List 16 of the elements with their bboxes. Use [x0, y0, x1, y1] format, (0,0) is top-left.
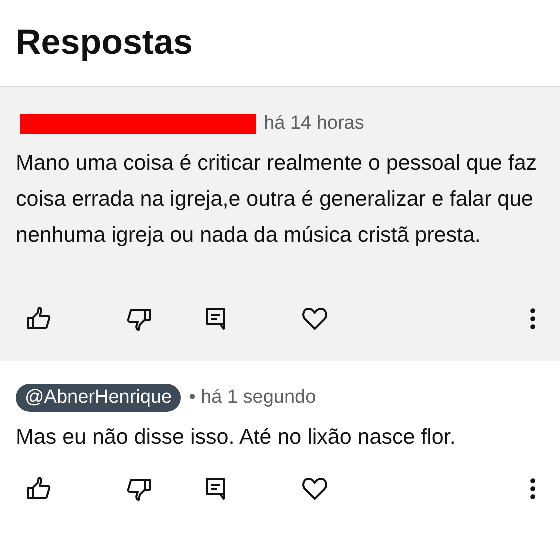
more-options-icon[interactable] [530, 308, 536, 330]
more-options-icon[interactable] [530, 478, 536, 500]
timestamp: • há 1 segundo [189, 387, 316, 409]
author-chip[interactable]: @AbnerHenrique [16, 384, 182, 412]
thumbs-down-icon[interactable] [126, 477, 152, 501]
comment-text: Mas eu não disse isso. Até no lixão nasce flor. [16, 424, 457, 451]
thumbs-up-icon[interactable] [26, 307, 52, 331]
comment-text: Mano uma coisa é criticar realmente o pessoal que faz coisa errada na igreja,e outra é generalizar e falar que nenhuma igreja ou nada da música cristã presta. [16, 150, 538, 249]
comment-icon[interactable] [206, 478, 226, 500]
comment-icon[interactable] [206, 308, 226, 330]
thumbs-up-icon[interactable] [26, 477, 52, 501]
heart-icon[interactable] [302, 477, 328, 501]
timestamp: há 14 horas [264, 113, 364, 135]
page-title: Respostas [16, 23, 194, 63]
thumbs-down-icon[interactable] [126, 307, 152, 331]
heart-icon[interactable] [302, 307, 328, 331]
